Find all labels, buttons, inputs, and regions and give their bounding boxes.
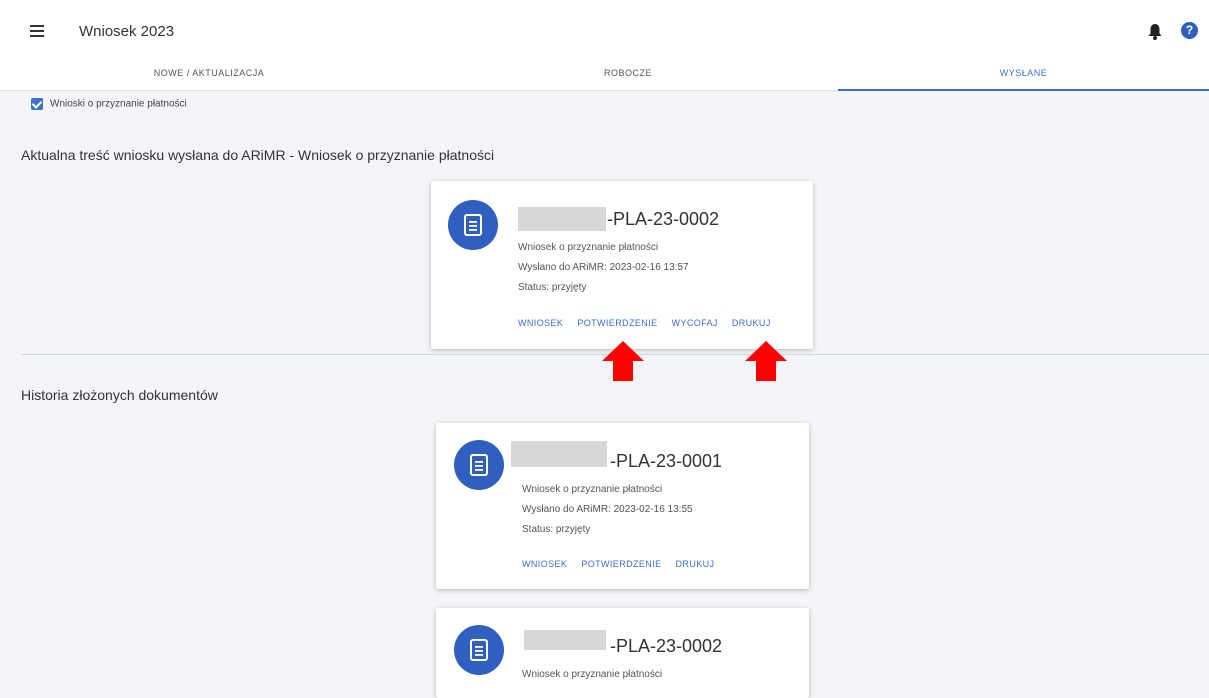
help-icon[interactable]: ? xyxy=(1181,22,1198,39)
tab-robocze[interactable]: ROBOCZE xyxy=(418,62,838,90)
document-id: -PLA-23-0001 xyxy=(610,451,723,471)
document-card-history: -PLA-23-0002 Wniosek o przyznanie płatno… xyxy=(436,608,809,698)
history-section-title: Historia złożonych dokumentów xyxy=(21,387,218,403)
app-header: Wniosek 2023 ? xyxy=(0,0,1209,62)
redacted-id xyxy=(511,441,607,467)
document-sent-date: Wysłano do ARiMR: 2023-02-16 13:57 xyxy=(518,262,689,273)
wniosek-button[interactable]: WNIOSEK xyxy=(518,318,563,328)
potwierdzenie-button[interactable]: POTWIERDZENIE xyxy=(577,318,657,328)
document-id: -PLA-23-0002 xyxy=(607,209,720,229)
document-icon xyxy=(454,625,504,675)
redacted-id xyxy=(518,207,606,231)
hamburger-menu-icon[interactable] xyxy=(30,25,44,37)
current-section-title: Aktualna treść wniosku wysłana do ARiMR … xyxy=(21,147,495,163)
document-icon xyxy=(448,200,498,250)
checkbox[interactable] xyxy=(31,98,43,110)
redacted-id xyxy=(524,630,606,650)
app-title: Wniosek 2023 xyxy=(79,23,175,40)
document-status: Status: przyjęty xyxy=(522,524,591,535)
document-card-current: -PLA-23-0002 Wniosek o przyznanie płatno… xyxy=(431,181,813,349)
document-type: Wniosek o przyznanie płatności xyxy=(522,669,663,680)
wycofaj-button[interactable]: WYCOFAJ xyxy=(672,318,718,328)
drukuj-button[interactable]: DRUKUJ xyxy=(676,559,715,569)
tab-nowe-aktualizacja[interactable]: NOWE / AKTUALIZACJA xyxy=(0,62,418,90)
filter-label: Wnioski o przyznanie płatności xyxy=(50,98,187,110)
drukuj-button[interactable]: DRUKUJ xyxy=(732,318,771,328)
document-type: Wniosek o przyznanie płatności xyxy=(518,242,659,253)
document-type: Wniosek o przyznanie płatności xyxy=(522,484,663,495)
bell-icon[interactable] xyxy=(1147,23,1163,41)
document-card-history: -PLA-23-0001 Wniosek o przyznanie płatno… xyxy=(436,423,809,589)
filter-checkbox-row[interactable]: Wnioski o przyznanie płatności xyxy=(31,98,187,110)
document-sent-date: Wysłano do ARiMR: 2023-02-16 13:55 xyxy=(522,504,693,515)
wniosek-button[interactable]: WNIOSEK xyxy=(522,559,567,569)
red-arrow-up-icon xyxy=(745,341,787,381)
potwierdzenie-button[interactable]: POTWIERDZENIE xyxy=(581,559,661,569)
document-status: Status: przyjęty xyxy=(518,282,587,293)
document-icon xyxy=(454,440,504,490)
card-actions: WNIOSEK POTWIERDZENIE WYCOFAJ DRUKUJ xyxy=(518,318,785,328)
document-id: -PLA-23-0002 xyxy=(610,636,723,656)
tab-wyslane[interactable]: WYSŁANE xyxy=(838,62,1209,91)
tab-bar: NOWE / AKTUALIZACJA ROBOCZE WYSŁANE xyxy=(0,62,1209,91)
red-arrow-up-icon xyxy=(602,341,644,381)
card-actions: WNIOSEK POTWIERDZENIE DRUKUJ xyxy=(522,559,728,569)
